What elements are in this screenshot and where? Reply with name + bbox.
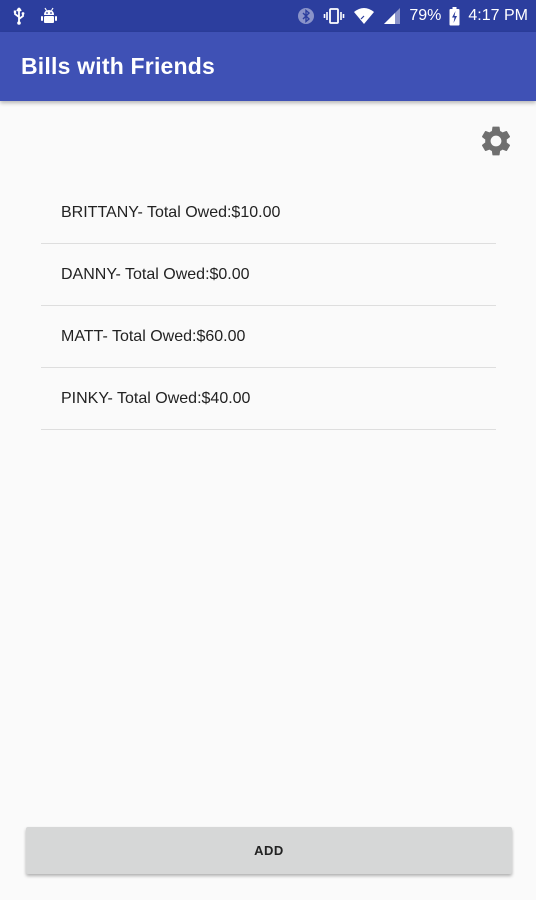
bluetooth-icon xyxy=(297,7,315,25)
battery-percent: 79% xyxy=(409,7,442,24)
list-item[interactable]: MATT- Total Owed:$60.00 xyxy=(41,306,496,368)
signal-icon xyxy=(383,7,401,25)
status-time: 4:17 PM xyxy=(468,7,528,24)
usb-icon xyxy=(12,7,26,25)
add-button[interactable]: ADD xyxy=(26,827,512,874)
status-right-icons: 79% 4:17 PM xyxy=(297,6,528,26)
vibrate-icon xyxy=(323,7,345,25)
android-debug-icon xyxy=(40,7,58,25)
list-item[interactable]: BRITTANY- Total Owed:$10.00 xyxy=(41,182,496,244)
list-item[interactable]: PINKY- Total Owed:$40.00 xyxy=(41,368,496,430)
app-bar: Bills with Friends xyxy=(0,32,536,101)
gear-icon[interactable] xyxy=(478,123,514,159)
friend-list: BRITTANY- Total Owed:$10.00 DANNY- Total… xyxy=(41,182,496,430)
list-item[interactable]: DANNY- Total Owed:$0.00 xyxy=(41,244,496,306)
app-title: Bills with Friends xyxy=(21,53,216,79)
status-bar: 79% 4:17 PM xyxy=(0,0,536,32)
status-left-icons xyxy=(12,7,58,25)
wifi-icon xyxy=(353,7,375,25)
battery-charging-icon xyxy=(449,6,460,26)
main-content: BRITTANY- Total Owed:$10.00 DANNY- Total… xyxy=(0,101,536,900)
